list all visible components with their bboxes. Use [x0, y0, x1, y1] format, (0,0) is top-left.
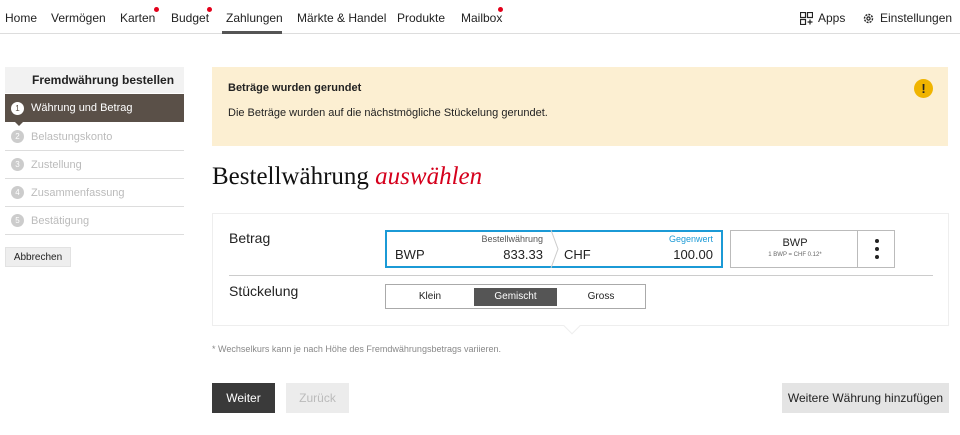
step-label: Belastungskonto — [31, 130, 113, 143]
counter-amount-input[interactable]: 100.00 — [673, 247, 713, 262]
kebab-dot — [875, 247, 879, 251]
page-title-accent: auswählen — [375, 163, 483, 190]
step-number: 1 — [11, 101, 24, 115]
settings-label: Einstellungen — [880, 11, 953, 25]
nav-item-mailbox[interactable]: Mailbox — [461, 11, 502, 25]
step-bestaetigung: 5 Bestätigung — [5, 207, 184, 235]
step-number: 5 — [11, 214, 24, 227]
step-label: Bestätigung — [31, 214, 90, 227]
banner-title: Beträge wurden gerundet — [228, 82, 362, 94]
back-button[interactable]: Zurück — [286, 383, 349, 413]
active-nav-indicator — [222, 31, 282, 34]
next-button[interactable]: Weiter — [212, 383, 275, 413]
apps-grid-icon — [800, 11, 813, 25]
cancel-button[interactable]: Abbrechen — [5, 247, 71, 267]
counter-currency-code: CHF — [564, 247, 591, 262]
denomination-gemischt[interactable]: Gemischt — [474, 288, 557, 306]
notification-dot — [207, 7, 212, 12]
page-title: Bestellwährung auswählen — [212, 163, 482, 191]
step-label: Zustellung — [31, 158, 82, 171]
nav-item-vermoegen[interactable]: Vermögen — [51, 11, 106, 25]
notification-dot — [154, 7, 159, 12]
step-waehrung-und-betrag: 1 Währung und Betrag — [5, 94, 184, 122]
step-label: Zusammenfassung — [31, 186, 125, 199]
order-amount-input[interactable]: 833.33 — [503, 247, 543, 262]
apps-label: Apps — [818, 11, 846, 25]
top-navigation: Home Vermögen Karten Budget Zahlungen Mä… — [0, 0, 960, 34]
rate-text: 1 BWP = CHF 0.12* — [768, 252, 822, 258]
banner-text: Die Beträge wurden auf die nächstmöglich… — [228, 107, 548, 119]
nav-item-produkte[interactable]: Produkte — [397, 11, 445, 25]
gear-icon — [863, 13, 874, 23]
step-zustellung: 3 Zustellung — [5, 151, 184, 179]
kebab-dot — [875, 239, 879, 243]
exchange-rate-footnote: * Wechselkurs kann je nach Höhe des Frem… — [212, 344, 501, 354]
exchange-rate-box[interactable]: BWP 1 BWP = CHF 0.12* — [730, 230, 858, 268]
step-number: 3 — [11, 158, 24, 171]
nav-item-karten[interactable]: Karten — [120, 11, 155, 25]
denomination-klein[interactable]: Klein — [389, 288, 471, 306]
nav-item-zahlungen[interactable]: Zahlungen — [226, 11, 283, 25]
page-title-main: Bestellwährung — [212, 163, 369, 190]
warning-icon: ! — [914, 79, 933, 98]
kebab-dot — [875, 255, 879, 259]
add-currency-button[interactable]: Weitere Währung hinzufügen — [782, 383, 949, 413]
sidebar-title: Fremdwährung bestellen — [5, 67, 184, 93]
more-options-button[interactable] — [857, 230, 895, 268]
order-currency-code: BWP — [395, 247, 425, 262]
nav-item-budget[interactable]: Budget — [171, 11, 209, 25]
notification-dot — [498, 7, 503, 12]
nav-item-home[interactable]: Home — [5, 11, 37, 25]
order-currency-caption: Bestellwährung — [481, 234, 543, 244]
denomination-selector[interactable]: Klein Gemischt Gross — [385, 284, 646, 309]
settings-link[interactable]: Einstellungen — [862, 11, 952, 25]
step-number: 2 — [11, 130, 24, 143]
nav-item-maerkte-handel[interactable]: Märkte & Handel — [297, 11, 386, 25]
rate-currency: BWP — [782, 237, 808, 249]
step-number: 4 — [11, 186, 24, 199]
apps-link[interactable]: Apps — [800, 11, 845, 25]
amount-label: Betrag — [229, 230, 271, 246]
form-divider — [229, 275, 933, 276]
counter-value-caption: Gegenwert — [668, 234, 713, 244]
field-separator-chevron — [550, 230, 559, 268]
rounding-info-banner: Beträge wurden gerundet Die Beträge wurd… — [212, 67, 948, 146]
step-zusammenfassung: 4 Zusammenfassung — [5, 179, 184, 207]
step-label: Währung und Betrag — [31, 102, 133, 114]
step-belastungskonto: 2 Belastungskonto — [5, 123, 184, 151]
denomination-gross[interactable]: Gross — [560, 288, 642, 306]
denomination-label: Stückelung — [229, 283, 299, 299]
amount-input-group[interactable]: Bestellwährung BWP 833.33 Gegenwert CHF … — [385, 230, 723, 268]
